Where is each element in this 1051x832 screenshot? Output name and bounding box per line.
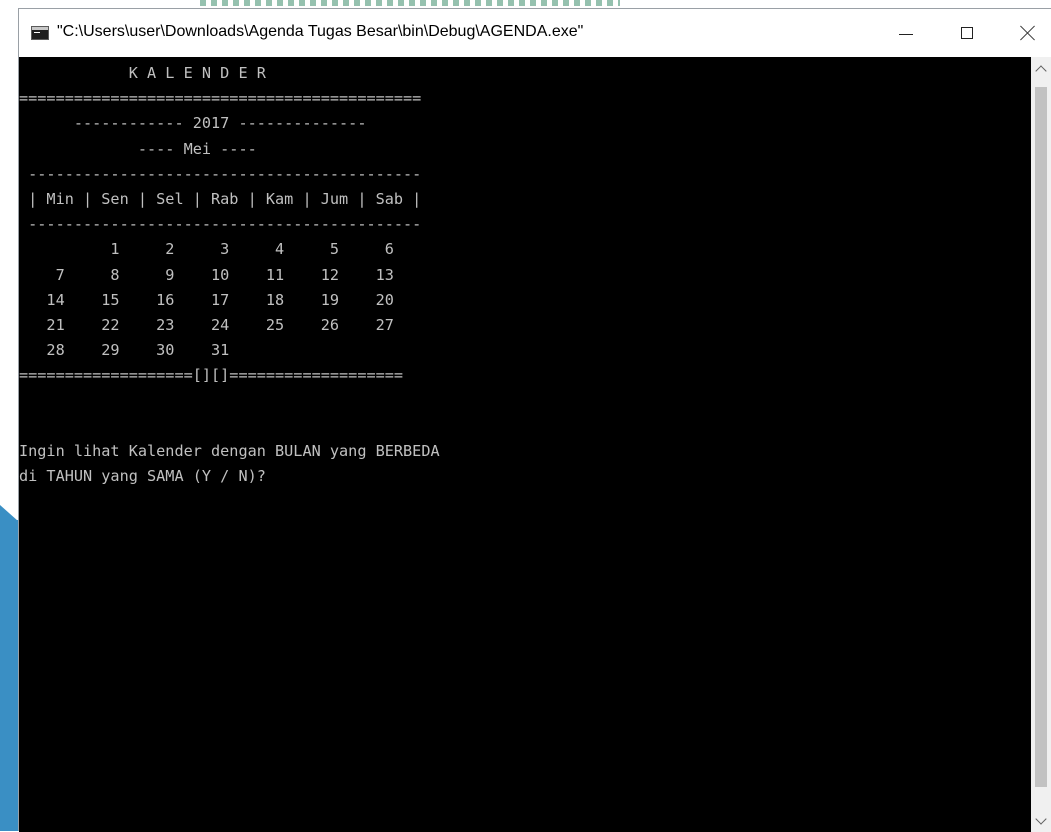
background-window-strip: [200, 0, 620, 6]
console-line-rule: ----------------------------------------…: [19, 164, 422, 183]
console-line-prompt: di TAHUN yang SAMA (Y / N)?: [19, 467, 266, 485]
background-decoration: [0, 505, 18, 521]
calendar-week-row: 28 29 30 31: [19, 341, 230, 360]
console-line-month: ---- Mei ----: [19, 139, 257, 158]
console-text: K A L E N D E R =========================…: [19, 61, 440, 489]
close-icon: [1020, 25, 1036, 41]
minimize-button[interactable]: [883, 9, 929, 57]
console-line-prompt: Ingin lihat Kalender dengan BULAN yang B…: [19, 441, 440, 460]
console-line-title: K A L E N D E R: [19, 64, 266, 82]
calendar-week-row: 21 22 23 24 25 26 27: [19, 315, 394, 334]
console-line-blank: [19, 414, 440, 439]
window-title: "C:\Users\user\Downloads\Agenda Tugas Be…: [57, 23, 584, 40]
minimize-icon: [899, 33, 913, 35]
close-button[interactable]: [1005, 9, 1051, 57]
scroll-down-arrow-icon[interactable]: [1031, 810, 1051, 832]
scrollbar-thumb[interactable]: [1035, 87, 1047, 787]
console-line-separator: ========================================…: [19, 89, 422, 108]
console-line-footer: ===================[][]=================…: [19, 366, 404, 385]
maximize-icon: [961, 27, 973, 39]
title-bar[interactable]: "C:\Users\user\Downloads\Agenda Tugas Be…: [19, 9, 1051, 57]
console-line-rule: ----------------------------------------…: [19, 215, 422, 234]
calendar-week-row: 14 15 16 17 18 19 20: [19, 290, 394, 309]
background-panel: [0, 520, 18, 831]
scroll-up-arrow-icon[interactable]: [1031, 57, 1051, 79]
console-app-icon[interactable]: [31, 26, 49, 40]
calendar-week-row: 7 8 9 10 11 12 13: [19, 265, 394, 284]
maximize-button[interactable]: [944, 9, 990, 57]
console-window: "C:\Users\user\Downloads\Agenda Tugas Be…: [18, 8, 1051, 832]
console-line-weekday-header: | Min | Sen | Sel | Rab | Kam | Jum | Sa…: [19, 189, 422, 208]
console-line-year: ------------ 2017 --------------: [19, 114, 367, 133]
vertical-scrollbar[interactable]: [1031, 57, 1051, 832]
calendar-week-row: 1 2 3 4 5 6: [19, 240, 394, 259]
console-line-blank: [19, 388, 440, 413]
console-output-area[interactable]: K A L E N D E R =========================…: [19, 57, 1032, 832]
